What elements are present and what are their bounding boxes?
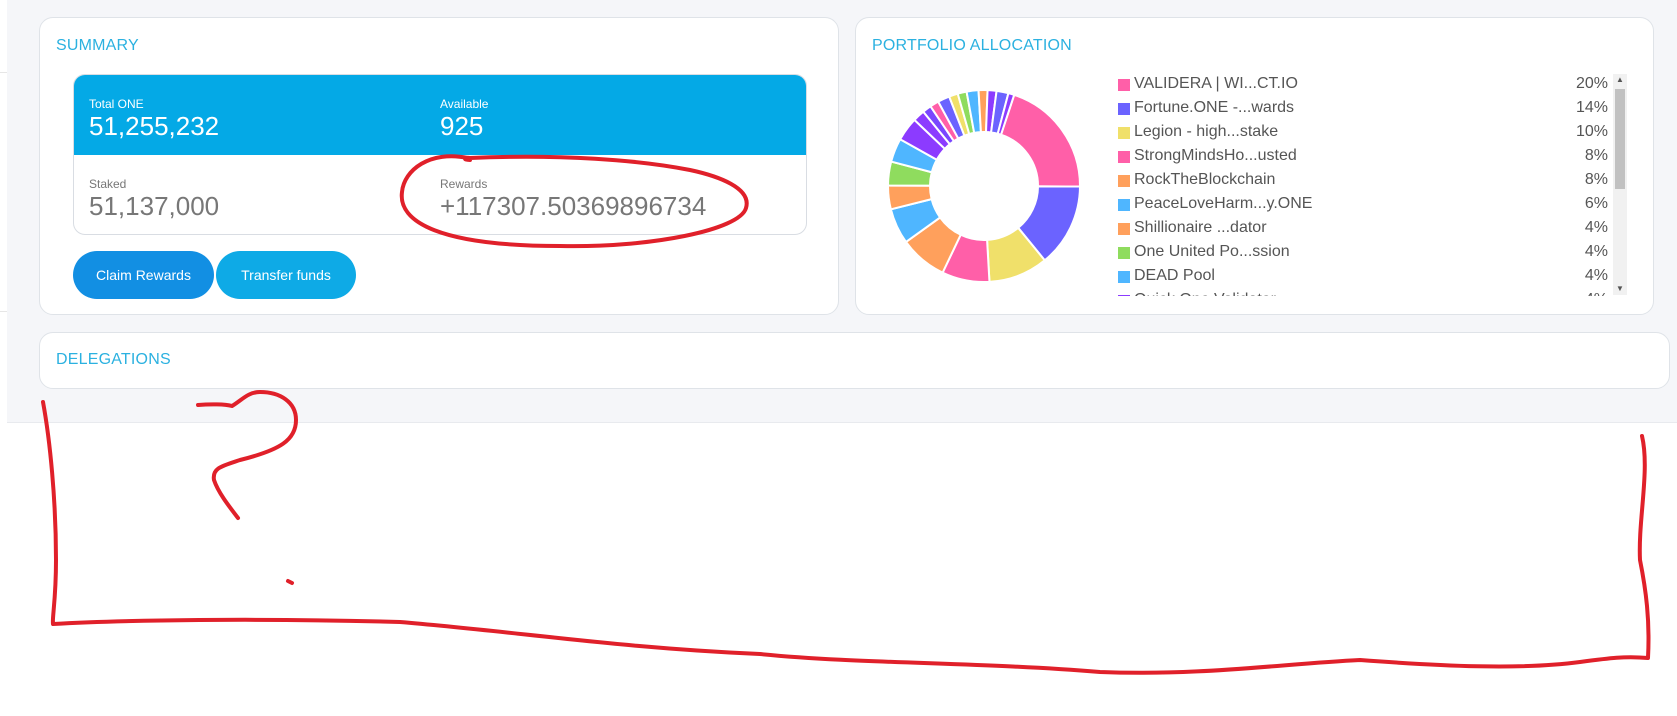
bracket-annotation xyxy=(41,400,1651,675)
balance-box: Total ONE 51,255,232 Available 925 Stake… xyxy=(73,74,807,235)
legend-label: Fortune.ONE -...wards xyxy=(1134,99,1295,116)
claim-rewards-button[interactable]: Claim Rewards xyxy=(73,251,214,299)
allocation-donut-chart xyxy=(886,89,1082,283)
total-label: Total ONE xyxy=(89,97,144,111)
legend-item[interactable]: StrongMindsHo...usted 8% xyxy=(1118,146,1608,170)
scrollbar-thumb[interactable] xyxy=(1615,89,1625,189)
legend-swatch xyxy=(1118,103,1130,115)
legend-item[interactable]: One United Po...ssion 4% xyxy=(1118,242,1608,266)
question-dot-annotation xyxy=(286,579,294,585)
legend-percent: 8% xyxy=(1584,147,1608,164)
legend-percent: 4% xyxy=(1584,267,1608,284)
transfer-funds-button[interactable]: Transfer funds xyxy=(216,251,356,299)
donut-slice[interactable] xyxy=(999,93,1081,188)
divider xyxy=(0,72,7,73)
delegations-title: DELEGATIONS xyxy=(56,351,171,368)
portfolio-card: PORTFOLIO ALLOCATION VALIDERA | WI...CT.… xyxy=(855,17,1654,315)
legend-label: Quick One Validator xyxy=(1134,291,1276,296)
summary-card: SUMMARY Total ONE 51,255,232 Available 9… xyxy=(39,17,839,315)
legend-label: VALIDERA | WI...CT.IO xyxy=(1134,75,1298,92)
legend-label: RockTheBlockchain xyxy=(1134,171,1276,188)
legend-swatch xyxy=(1118,223,1130,235)
allocation-legend: VALIDERA | WI...CT.IO 20% Fortune.ONE -...… xyxy=(1118,74,1608,296)
summary-title: SUMMARY xyxy=(56,37,139,54)
legend-swatch xyxy=(1118,127,1130,139)
rewards-value: +117307.50369896734 xyxy=(440,191,707,221)
legend-percent: 8% xyxy=(1584,171,1608,188)
staked-value: 51,137,000 xyxy=(89,191,220,221)
portfolio-title: PORTFOLIO ALLOCATION xyxy=(872,37,1072,54)
legend-label: StrongMindsHo...usted xyxy=(1134,147,1297,164)
legend-percent: 10% xyxy=(1575,123,1608,140)
legend-percent: 6% xyxy=(1584,195,1608,212)
legend-percent: 4% xyxy=(1584,219,1608,236)
legend-swatch xyxy=(1118,175,1130,187)
available-label: Available xyxy=(440,97,489,111)
legend-item[interactable]: Legion - high...stake 10% xyxy=(1118,122,1608,146)
legend-item[interactable]: Fortune.ONE -...wards 14% xyxy=(1118,98,1608,122)
legend-item[interactable]: Shillionaire ...dator 4% xyxy=(1118,218,1608,242)
legend-label: Shillionaire ...dator xyxy=(1134,219,1267,236)
scroll-up-arrow-icon[interactable]: ▲ xyxy=(1613,74,1627,86)
legend-percent: 14% xyxy=(1575,99,1608,116)
total-value: 51,255,232 xyxy=(89,111,220,141)
legend-label: DEAD Pool xyxy=(1134,267,1215,284)
legend-item[interactable]: PeaceLoveHarm...y.ONE 6% xyxy=(1118,194,1608,218)
legend-swatch xyxy=(1118,151,1130,163)
legend-swatch xyxy=(1118,247,1130,259)
scroll-down-arrow-icon[interactable]: ▼ xyxy=(1613,283,1627,295)
legend-swatch xyxy=(1118,199,1130,211)
legend-percent: 4% xyxy=(1584,243,1608,260)
legend-swatch xyxy=(1118,271,1130,283)
legend-item[interactable]: RockTheBlockchain 8% xyxy=(1118,170,1608,194)
legend-percent: 4% xyxy=(1585,291,1608,296)
legend-percent: 20% xyxy=(1575,75,1608,92)
legend-item[interactable]: Quick One Validator 4% xyxy=(1118,290,1608,296)
legend-swatch xyxy=(1118,295,1130,296)
legend-label: PeaceLoveHarm...y.ONE xyxy=(1134,195,1313,212)
legend-scrollbar[interactable]: ▲ ▼ xyxy=(1613,74,1627,295)
legend-item[interactable]: DEAD Pool 4% xyxy=(1118,266,1608,290)
staked-label: Staked xyxy=(89,177,127,191)
delegations-card: DELEGATIONS xyxy=(39,332,1670,389)
legend-item[interactable]: VALIDERA | WI...CT.IO 20% xyxy=(1118,74,1608,98)
legend-label: Legion - high...stake xyxy=(1134,123,1279,140)
rewards-label: Rewards xyxy=(440,177,488,191)
divider xyxy=(0,311,7,312)
available-value: 925 xyxy=(440,111,484,141)
legend-label: One United Po...ssion xyxy=(1134,243,1290,260)
legend-swatch xyxy=(1118,79,1130,91)
